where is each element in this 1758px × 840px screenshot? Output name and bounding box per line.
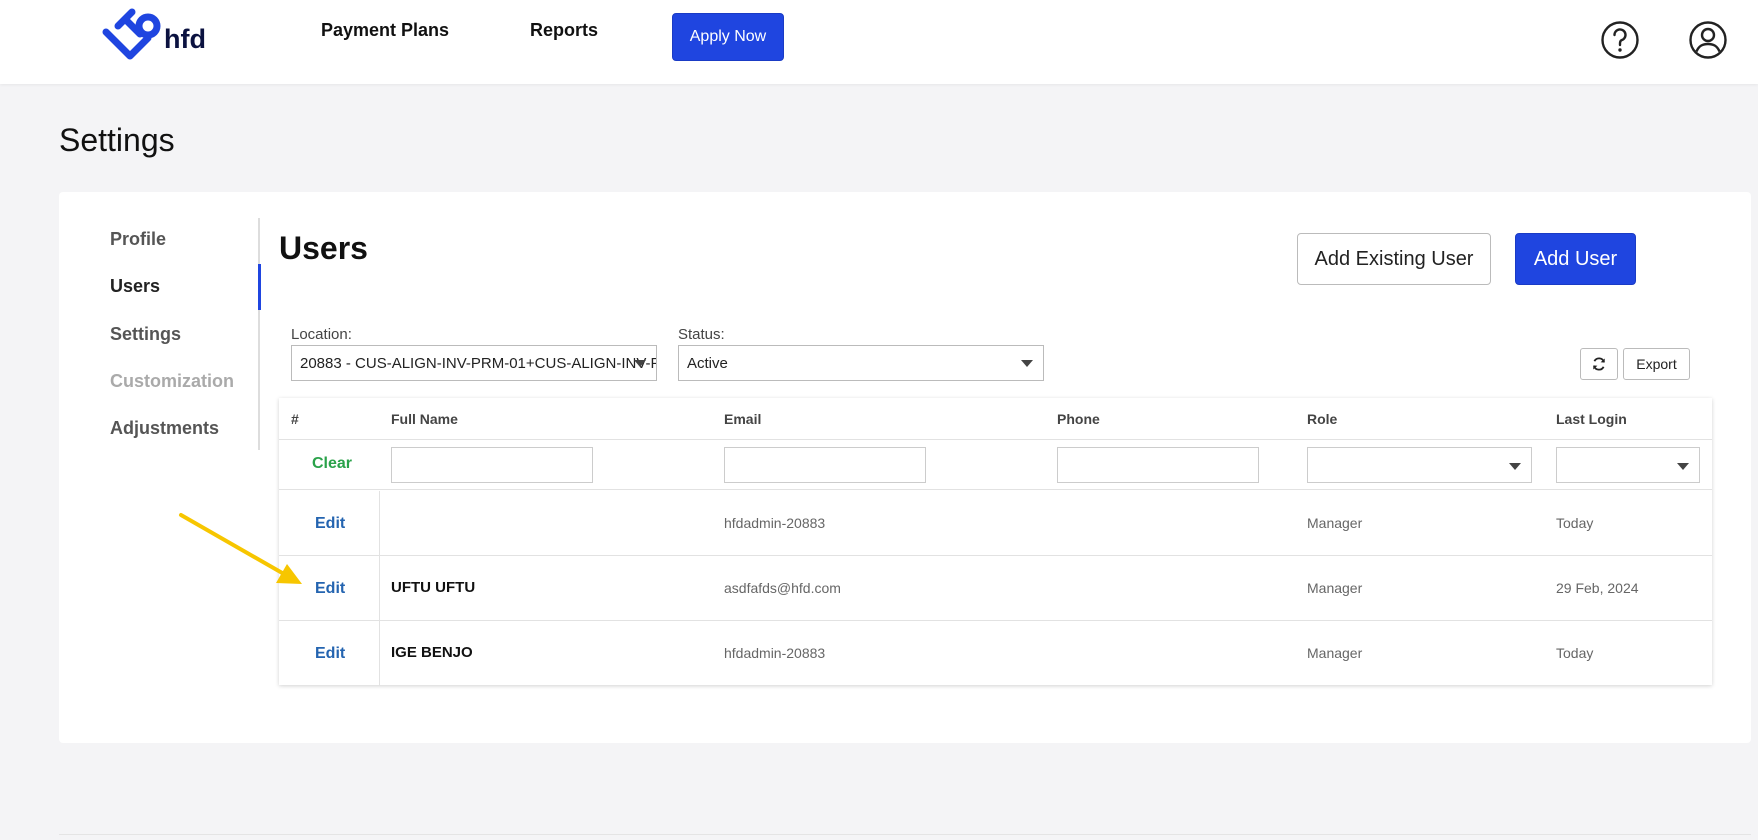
table-header: # Full Name Email Phone Role Last Login <box>279 398 1712 440</box>
help-circle-icon[interactable] <box>1600 20 1640 60</box>
cell-role: Manager <box>1307 645 1363 661</box>
refresh-icon <box>1593 357 1605 371</box>
sidebar-item-profile[interactable]: Profile <box>110 229 166 250</box>
location-select-value: 20883 - CUS-ALIGN-INV-PRM-01+CUS-ALIGN-I… <box>300 354 656 372</box>
column-header-full-name[interactable]: Full Name <box>391 411 458 427</box>
column-header-phone[interactable]: Phone <box>1057 411 1100 427</box>
sidebar-item-customization: Customization <box>110 371 234 391</box>
status-select[interactable]: Active <box>678 345 1044 381</box>
brand-name: hfd <box>164 23 206 54</box>
column-header-role[interactable]: Role <box>1307 411 1337 427</box>
table-row: Edit UFTU UFTU asdfafds@hfd.com Manager … <box>279 556 1712 621</box>
cell-full-name: IGE BENJO <box>391 644 473 661</box>
column-divider <box>379 621 380 686</box>
cell-email: hfdadmin-20883 <box>724 515 826 531</box>
chevron-down-icon <box>1021 360 1033 367</box>
column-divider <box>379 491 380 556</box>
users-section-title: Users <box>279 230 368 266</box>
annotation-arrow-icon <box>179 513 302 584</box>
nav-payment-plans[interactable]: Payment Plans <box>321 20 449 41</box>
chevron-down-icon <box>1677 463 1689 470</box>
brand-logo[interactable]: hfd <box>100 8 206 64</box>
cell-full-name: UFTU UFTU <box>391 579 476 596</box>
edit-user-link[interactable]: Edit <box>315 645 345 663</box>
apply-now-button[interactable]: Apply Now <box>672 13 784 61</box>
clear-filters-link[interactable]: Clear <box>312 455 352 473</box>
cell-last-login: 29 Feb, 2024 <box>1556 580 1639 596</box>
status-select-value: Active <box>687 354 728 372</box>
location-label: Location: <box>291 326 352 343</box>
cell-role: Manager <box>1307 515 1363 531</box>
chevron-down-icon <box>1509 463 1521 470</box>
chevron-down-icon <box>634 360 646 367</box>
column-header-last-login[interactable]: Last Login <box>1556 411 1627 427</box>
location-select[interactable]: 20883 - CUS-ALIGN-INV-PRM-01+CUS-ALIGN-I… <box>291 345 657 381</box>
edit-user-link[interactable]: Edit <box>315 515 345 533</box>
column-divider <box>379 556 380 621</box>
sidebar-divider <box>258 218 260 450</box>
column-header-email[interactable]: Email <box>724 411 761 427</box>
top-navbar: hfd Payment Plans Reports Apply Now <box>0 0 1758 84</box>
last-login-filter-select[interactable] <box>1556 447 1700 483</box>
cell-email: asdfafds@hfd.com <box>724 580 841 596</box>
sidebar-item-adjustments[interactable]: Adjustments <box>110 418 219 439</box>
sidebar-active-indicator <box>258 264 261 310</box>
refresh-button[interactable] <box>1580 348 1618 380</box>
cell-email: hfdadmin-20883 <box>724 645 826 661</box>
nav-reports[interactable]: Reports <box>530 20 598 41</box>
column-header-index: # <box>291 411 299 427</box>
add-user-button[interactable]: Add User <box>1515 233 1636 285</box>
hfd-logo-icon <box>102 8 161 60</box>
sidebar-item-settings[interactable]: Settings <box>110 324 181 345</box>
table-row: Edit IGE BENJO hfdadmin-20883 Manager To… <box>279 621 1712 686</box>
cell-last-login: Today <box>1556 645 1594 661</box>
add-existing-user-button[interactable]: Add Existing User <box>1297 233 1491 285</box>
cell-role: Manager <box>1307 580 1363 596</box>
email-filter-input[interactable] <box>724 447 926 483</box>
table-row: Edit hfdadmin-20883 Manager Today <box>279 491 1712 556</box>
page-title: Settings <box>59 122 175 158</box>
footer-divider <box>59 834 1751 835</box>
export-button[interactable]: Export <box>1623 348 1690 380</box>
table-filter-row: Clear <box>279 440 1712 490</box>
role-filter-select[interactable] <box>1307 447 1532 483</box>
edit-user-link[interactable]: Edit <box>315 580 345 598</box>
user-circle-icon[interactable] <box>1688 20 1728 60</box>
full-name-filter-input[interactable] <box>391 447 593 483</box>
status-label: Status: <box>678 326 725 343</box>
cell-last-login: Today <box>1556 515 1594 531</box>
sidebar-item-users[interactable]: Users <box>110 276 160 297</box>
users-table: # Full Name Email Phone Role Last Login … <box>279 398 1712 686</box>
phone-filter-input[interactable] <box>1057 447 1259 483</box>
